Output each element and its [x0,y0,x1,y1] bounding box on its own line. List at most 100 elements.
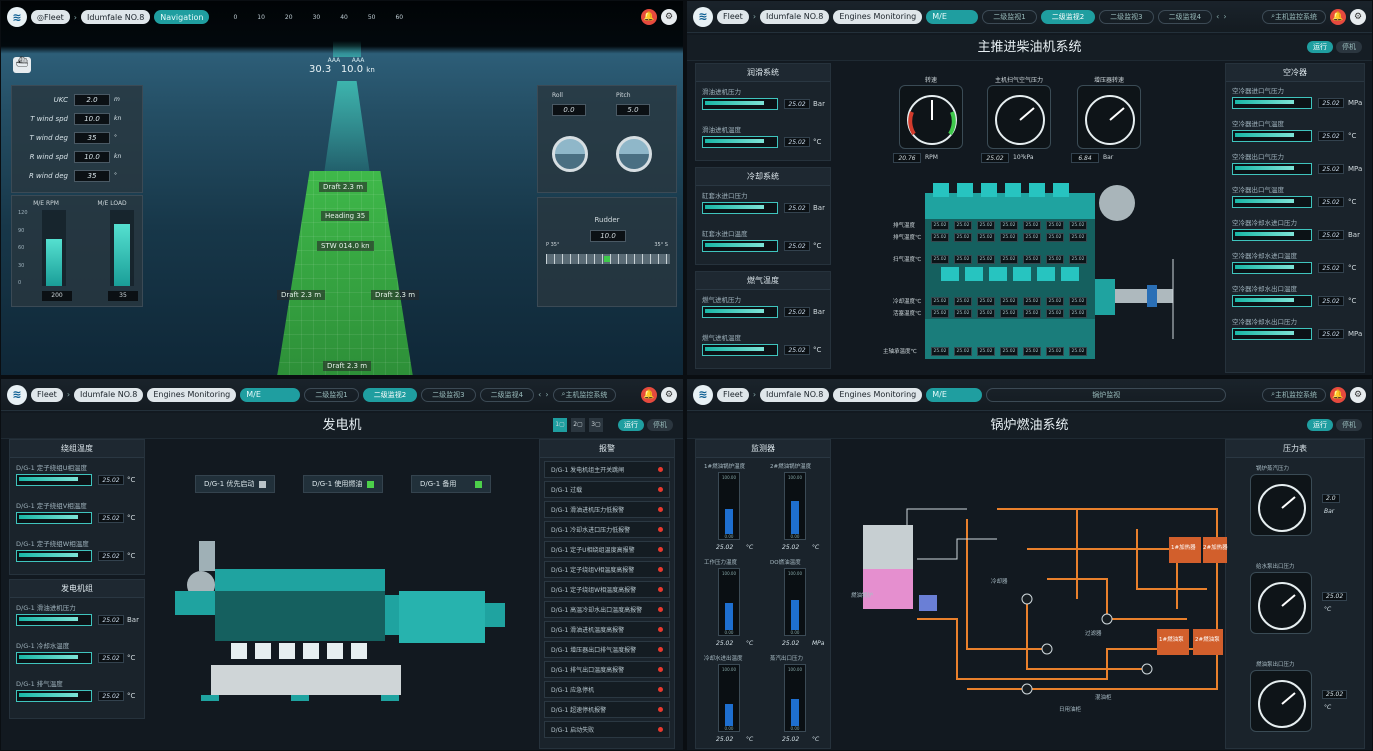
generator-mode-button[interactable]: D/G-1 优先启动 [195,475,275,493]
engines-select[interactable]: Engines Monitoring [833,9,923,24]
vessel-select[interactable]: Idumfale NO.8 [760,9,830,24]
chevron-right-icon[interactable]: › [545,390,548,399]
engines-select[interactable]: Engines Monitoring [147,387,237,402]
tab-label: 二级监视2 [1051,12,1085,21]
alarm-item[interactable]: D/G-1 高温冷却水出口温度高报警 [544,601,670,618]
toggle-stop[interactable]: 停机 [647,419,673,431]
sensor-label: D/G-1 定子绕组W相温度 [16,540,89,548]
fleet-select[interactable]: ◎ Fleet [31,10,70,24]
generator-mode-button[interactable]: D/G-1 使用燃油 [303,475,383,493]
alarm-item[interactable]: D/G-1 超速停机报警 [544,701,670,718]
sensor-bar-fill [705,347,765,351]
alarm-item[interactable]: D/G-1 增压器出口排气温度报警 [544,641,670,658]
settings-button[interactable]: ⚙ [661,386,677,403]
alarm-item[interactable]: D/G-1 启动失败 [544,721,670,738]
toggle-run[interactable]: 运行 [1307,41,1333,53]
run-toggle[interactable]: 运行 停机 [1307,41,1362,53]
toggle-stop[interactable]: 停机 [1336,41,1362,53]
tab-monitor-2[interactable]: 二级监视2 [362,387,418,402]
sensor-unit: Bar [127,616,139,624]
alarm-item[interactable]: D/G-1 滑油进机压力低报警 [544,501,670,518]
tab-monitor-3[interactable]: 二级监视3 [421,387,476,402]
alarm-item[interactable]: D/G-1 过载 [544,481,670,498]
sensor-bar [16,550,92,562]
sensor-bar-fill [19,617,79,621]
alarm-button[interactable]: 🔔 [1330,8,1346,25]
alarm-item[interactable]: D/G-1 冷却水进口压力低报警 [544,521,670,538]
tab-monitor-3[interactable]: 二级监视3 [1099,9,1154,24]
logo-icon[interactable]: ≋ [7,384,27,405]
vessel-select[interactable]: Idumfale NO.8 [74,387,144,402]
view-1-button[interactable]: 1▢ [553,418,567,432]
tab-monitor-4[interactable]: 二级监视4 [479,387,535,402]
alarm-dot-icon [658,487,663,492]
logo-icon[interactable]: ≋ [7,7,27,27]
tab-monitor-1[interactable]: 二级监视1 [982,9,1037,24]
mv-select[interactable]: M/E [926,387,983,402]
sensor-bar-fill [19,477,79,481]
alarm-item[interactable]: D/G-1 应急停机 [544,681,670,698]
engine-value-cell: 25.02 [1069,309,1087,318]
search-input[interactable]: ⌕ 主机监控系统 [1262,387,1326,402]
tab-monitor-4[interactable]: 二级监视4 [1157,9,1213,24]
engine-value-cell: 25.02 [1046,221,1064,230]
thermometer-fill [725,602,733,630]
fleet-select[interactable]: Fleet [31,387,63,402]
alarm-item[interactable]: D/G-1 滑油进机温度高报警 [544,621,670,638]
tab-label: 二级监视4 [490,390,524,399]
toggle-run[interactable]: 运行 [1307,419,1333,431]
alarm-button[interactable]: 🔔 [641,9,657,25]
tab-monitor-1[interactable]: 二级监视1 [304,387,359,402]
tank-label: 日用油柜 [1059,707,1082,713]
settings-button[interactable]: ⚙ [1350,386,1366,403]
chevron-left-icon[interactable]: ‹ [1216,12,1219,21]
sensor-unit: °C [1348,264,1357,272]
alarm-button[interactable]: 🔔 [1330,386,1346,403]
alarm-item[interactable]: D/G-1 发电机组主开关跳闸 [544,461,670,478]
logo-icon[interactable]: ≋ [693,384,713,405]
mv-select[interactable]: M/E [926,9,979,24]
alarm-item[interactable]: D/G-1 定子绕组V相温度高报警 [544,561,670,578]
alarm-dot-icon [658,667,663,672]
thermometer-value: 25.02 [716,736,734,743]
engine-value-cell: 25.02 [954,221,972,230]
settings-button[interactable]: ⚙ [1350,8,1366,25]
generator-topbar: ≋ Fleet › Idumfale NO.8 Engines Monitori… [1,379,683,411]
search-input[interactable]: ⌕ 主机监控系统 [552,387,617,402]
info-unit: kn [114,153,122,160]
fleet-select[interactable]: Fleet [717,9,749,24]
sensor-unit: MPa [1348,330,1363,338]
alarm-text: D/G-1 应急停机 [551,687,595,694]
chevron-right-icon[interactable]: › [1223,12,1226,21]
fleet-label: Fleet [43,12,64,22]
view-3-button[interactable]: 3▢ [589,418,603,432]
vessel-select[interactable]: Idumfale NO.8 [81,10,151,24]
ship-mode-icon[interactable]: ⛴ [13,57,31,73]
settings-button[interactable]: ⚙ [661,9,677,25]
toggle-stop[interactable]: 停机 [1336,419,1362,431]
alarm-item[interactable]: D/G-1 定子绕组W相温度高报警 [544,581,670,598]
run-toggle[interactable]: 运行 停机 [618,419,673,431]
alarm-item[interactable]: D/G-1 定子U相绕组温度高报警 [544,541,670,558]
toggle-run[interactable]: 运行 [618,419,644,431]
alarm-item[interactable]: D/G-1 排气出口温度高报警 [544,661,670,678]
rudder-marker [604,256,610,262]
page-selector[interactable]: 锅炉监视 [986,387,1227,402]
alarm-button[interactable]: 🔔 [641,386,657,403]
fleet-select[interactable]: Fleet [717,387,749,402]
sensor-value: 25.02 [1318,296,1344,306]
mv-label: M/E [246,390,261,399]
engines-select[interactable]: Engines Monitoring [833,387,923,402]
navigation-select[interactable]: Navigation [154,10,210,24]
view-2-button[interactable]: 2▢ [571,418,585,432]
logo-icon[interactable]: ≋ [693,6,713,27]
mv-select[interactable]: M/E [240,387,301,402]
tab-monitor-2[interactable]: 二级监视2 [1040,9,1096,24]
chevron-left-icon[interactable]: ‹ [538,390,541,399]
search-input[interactable]: ⌕ 主机监控系统 [1262,9,1326,24]
generator-mode-button[interactable]: D/G-1 备用 [411,475,491,493]
info-label: T wind spd [30,114,68,123]
run-toggle[interactable]: 运行 停机 [1307,419,1362,431]
sensor-label: 空冷器进口气压力 [1232,87,1284,95]
vessel-select[interactable]: Idumfale NO.8 [760,387,830,402]
